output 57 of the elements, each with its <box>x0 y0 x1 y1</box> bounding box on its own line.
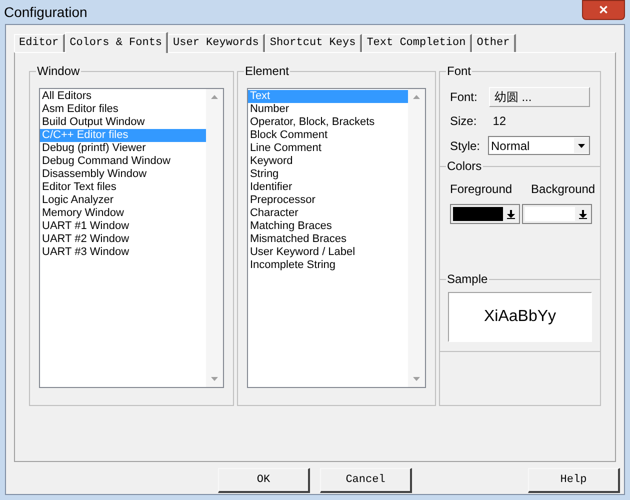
scroll-down-icon <box>210 377 218 381</box>
list-item[interactable]: Mismatched Braces <box>248 233 408 246</box>
size-label: Size: <box>450 113 477 130</box>
tab[interactable]: Text Completion <box>362 34 472 52</box>
list-item[interactable]: UART #3 Window <box>40 246 206 259</box>
style-label: Style: <box>450 138 480 154</box>
style-dropdown[interactable]: Normal <box>488 136 590 155</box>
list-item[interactable]: Block Comment <box>248 129 408 142</box>
font-label: Font: <box>450 89 478 106</box>
list-item[interactable]: Disassembly Window <box>40 168 206 181</box>
tab[interactable]: Shortcut Keys <box>264 34 362 52</box>
size-value: 12 <box>492 113 506 130</box>
dialog-button[interactable]: Cancel <box>320 468 412 493</box>
list-item[interactable]: Build Output Window <box>40 116 206 129</box>
list-item[interactable]: Matching Braces <box>248 220 408 233</box>
color-picker[interactable] <box>522 204 592 224</box>
list-item[interactable]: Incomplete String <box>248 259 408 272</box>
list-item[interactable]: Asm Editor files <box>40 103 206 116</box>
list-item[interactable]: Logic Analyzer <box>40 194 206 207</box>
tab[interactable]: Editor <box>14 34 65 52</box>
group-title: Sample <box>446 272 489 287</box>
foreground-label: Foreground <box>450 181 512 198</box>
tab[interactable]: Colors & Fonts <box>64 32 168 53</box>
list-item[interactable]: UART #1 Window <box>40 220 206 233</box>
dropdown-arrow-icon <box>507 210 515 218</box>
list-item[interactable]: Debug Command Window <box>40 155 206 168</box>
scroll-up-icon <box>413 95 420 99</box>
list-item[interactable]: String <box>248 168 408 181</box>
font-button[interactable]: 幼圆 ... <box>489 87 590 107</box>
dropdown-arrow-icon <box>579 210 587 218</box>
list-item[interactable]: Debug (printf) Viewer <box>40 142 206 155</box>
dialog-button[interactable]: Help <box>528 468 620 493</box>
list-item[interactable]: Character <box>248 207 408 220</box>
list-item[interactable]: Number <box>248 103 408 116</box>
list-item[interactable]: All Editors <box>40 90 206 103</box>
list-item[interactable]: Line Comment <box>248 142 408 155</box>
sample-preview: XiAaBbYy <box>448 292 592 342</box>
list-item[interactable]: Preprocessor <box>248 194 408 207</box>
list-item[interactable]: Memory Window <box>40 207 206 220</box>
close-button[interactable]: ✕ <box>582 0 625 20</box>
tab[interactable]: User Keywords <box>168 34 265 52</box>
scroll-down-icon <box>413 377 420 381</box>
background-label: Background <box>531 181 596 198</box>
color-picker[interactable] <box>450 204 520 224</box>
scrollbar[interactable] <box>408 89 425 387</box>
list-item[interactable]: Operator, Block, Brackets <box>248 116 408 129</box>
dropdown-arrow-icon <box>578 144 585 148</box>
list-item[interactable]: User Keyword / Label <box>248 246 408 259</box>
list-item[interactable]: Editor Text files <box>40 181 206 194</box>
list-item[interactable]: UART #2 Window <box>40 233 206 246</box>
scroll-up-icon <box>210 95 218 99</box>
list-item[interactable]: Keyword <box>248 155 408 168</box>
window-title: Configuration <box>3 2 88 22</box>
dialog-button[interactable]: OK <box>218 468 310 493</box>
scrollbar[interactable] <box>206 89 223 387</box>
list-item[interactable]: Identifier <box>248 181 408 194</box>
tab[interactable]: Other <box>472 34 516 52</box>
